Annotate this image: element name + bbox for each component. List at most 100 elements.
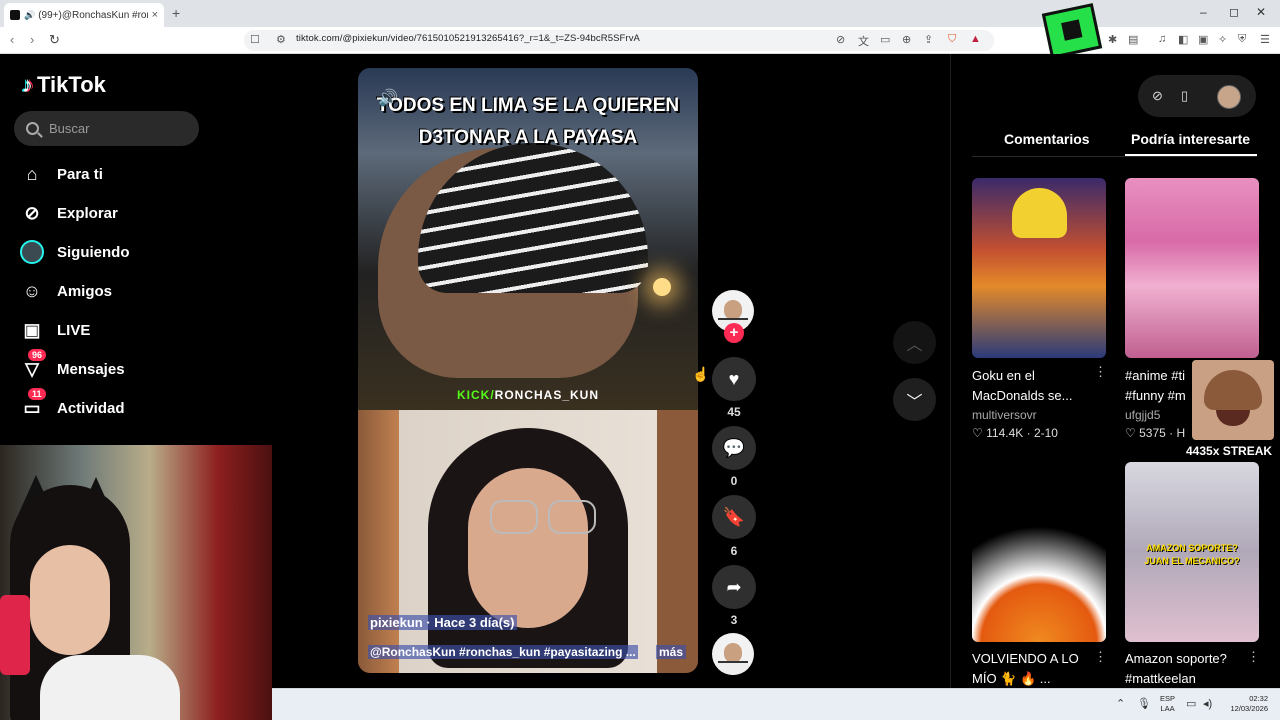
system-clock[interactable]: 02:32 12/03/2026 bbox=[1224, 694, 1268, 714]
card-date: 2-10 bbox=[1033, 426, 1058, 440]
save-button[interactable]: 🔖 bbox=[712, 495, 756, 539]
share-button[interactable]: ➦ bbox=[712, 565, 756, 609]
tab-podria-interesarte[interactable]: Podría interesarte bbox=[1131, 131, 1250, 147]
card-title[interactable]: Amazon soporte? #mattkeelan bbox=[1125, 649, 1250, 689]
glasses-left bbox=[490, 500, 538, 534]
sidebar-item-siguiendo[interactable]: Siguiendo bbox=[20, 239, 130, 265]
logo-text: TikTok bbox=[37, 72, 106, 97]
browser-tab[interactable]: 🔊 (99+)@RonchasKun #roncha × bbox=[4, 3, 164, 27]
back-icon[interactable]: ‹ bbox=[10, 32, 14, 47]
more-options-icon[interactable]: ⋮ bbox=[1094, 364, 1107, 380]
wallet-icon[interactable]: ▣ bbox=[1198, 33, 1208, 46]
sidebar-item-label: Siguiendo bbox=[57, 243, 130, 261]
share-page-icon[interactable]: ⇪ bbox=[924, 33, 933, 46]
card-stats: ♡ 114.4K · 2-10 bbox=[972, 426, 1058, 440]
previous-video-button[interactable]: ︿ bbox=[893, 321, 936, 364]
mouse-cursor-icon: ☝ bbox=[692, 366, 710, 382]
close-window-button[interactable]: ✕ bbox=[1256, 5, 1266, 19]
card-user[interactable]: ufgjjd5 bbox=[1125, 408, 1160, 422]
sidebar-item-para-ti[interactable]: ⌂ Para ti bbox=[20, 161, 103, 187]
profile-avatar[interactable] bbox=[1217, 85, 1241, 109]
reload-icon[interactable]: ↻ bbox=[49, 32, 60, 48]
sidebar-item-explorar[interactable]: ⊘ Explorar bbox=[20, 200, 118, 226]
network-icon[interactable]: ▭ bbox=[1186, 697, 1196, 710]
heart-icon: ♥ bbox=[728, 368, 740, 389]
card-title[interactable]: #anime #ti #funny #m bbox=[1125, 366, 1195, 406]
video-thumbnail[interactable]: AMAZON SOPORTE? JUAN EL MECANICO? bbox=[1125, 462, 1259, 642]
video-thumbnail[interactable] bbox=[972, 178, 1106, 358]
video-author[interactable]: pixiekun · Hace 3 día(s) bbox=[368, 615, 517, 630]
tab-title: (99+)@RonchasKun #roncha bbox=[38, 9, 147, 21]
tiktok-logo[interactable]: ♪ TikTok bbox=[22, 72, 106, 98]
bookmark-icon: 🔖 bbox=[722, 506, 746, 527]
minimize-button[interactable]: – bbox=[1200, 5, 1207, 19]
site-info-icon[interactable]: ⚙ bbox=[276, 33, 286, 46]
speaker-icon[interactable]: 🔊 bbox=[24, 10, 35, 21]
reader-icon[interactable]: ▭ bbox=[880, 33, 890, 46]
more-options-icon[interactable]: ⋮ bbox=[1247, 649, 1260, 665]
sidebar-item-actividad[interactable]: ▭ 11 Actividad bbox=[20, 388, 125, 421]
caption-line-2: D3TONAR A LA PAYASA bbox=[418, 127, 638, 148]
sidebar-item-mensajes[interactable]: ▽ 96 Mensajes bbox=[20, 349, 125, 382]
video-thumbnail[interactable] bbox=[1125, 178, 1259, 358]
maximize-button[interactable]: ◻ bbox=[1229, 5, 1239, 19]
menu-icon[interactable]: ☰ bbox=[1260, 33, 1270, 46]
thumbnail-caption: AMAZON SOPORTE? JUAN EL MECANICO? bbox=[1144, 543, 1240, 566]
sidebar-item-amigos[interactable]: ☺ Amigos bbox=[20, 278, 112, 304]
tray-chevron-icon[interactable]: ⌃ bbox=[1116, 697, 1125, 710]
new-tab-button[interactable]: + bbox=[172, 5, 180, 21]
vpn-icon[interactable]: ⛨ bbox=[1238, 33, 1246, 46]
video-thumbnail[interactable] bbox=[972, 462, 1106, 642]
volume-icon[interactable]: 🔊 bbox=[378, 88, 398, 108]
volume-tray-icon[interactable]: ◂) bbox=[1203, 697, 1212, 710]
next-video-button[interactable]: ﹀ bbox=[893, 378, 936, 421]
translate-icon[interactable]: 文 bbox=[858, 33, 869, 49]
forward-icon[interactable]: › bbox=[30, 32, 34, 47]
microphone bbox=[0, 595, 30, 675]
url-text[interactable]: tiktok.com/@pixiekun/video/7615010521913… bbox=[296, 33, 640, 44]
sidebar-item-label: Explorar bbox=[57, 204, 118, 222]
brave-shield-icon[interactable]: ⛉ bbox=[948, 33, 956, 46]
media-icon[interactable]: ♫ bbox=[1158, 33, 1166, 45]
sidebar-item-label: Mensajes bbox=[57, 360, 125, 378]
more-options-icon[interactable]: ⋮ bbox=[1094, 649, 1107, 665]
tab-comentarios[interactable]: Comentarios bbox=[1004, 131, 1090, 147]
leo-ai-icon[interactable]: ✧ bbox=[1218, 33, 1227, 46]
no-tracking-icon[interactable]: ⊘ bbox=[836, 33, 845, 46]
card-likes: 5375 bbox=[1139, 426, 1166, 440]
comment-icon: 💬 bbox=[722, 437, 746, 458]
card-title[interactable]: Goku en el MacDonalds se... bbox=[972, 366, 1097, 406]
more-link[interactable]: más bbox=[656, 645, 687, 659]
close-tab-icon[interactable]: × bbox=[152, 9, 158, 21]
card-user[interactable]: multiversovr bbox=[972, 408, 1037, 422]
device-icon[interactable]: ▯ bbox=[1181, 88, 1188, 104]
active-tab-indicator bbox=[1125, 154, 1257, 156]
comment-button[interactable]: 💬 bbox=[712, 426, 756, 470]
sound-avatar[interactable] bbox=[712, 633, 754, 675]
sidebar-toggle-icon[interactable]: ▤ bbox=[1128, 33, 1138, 46]
language-indicator[interactable]: ESP LAA bbox=[1160, 694, 1175, 714]
tiktok-favicon-icon bbox=[10, 10, 20, 20]
sidebar-item-live[interactable]: ▣ LIVE bbox=[20, 317, 90, 343]
zoom-icon[interactable]: ⊕ bbox=[902, 33, 911, 46]
like-button[interactable]: ♥ bbox=[712, 357, 756, 401]
search-input[interactable]: Buscar bbox=[14, 111, 199, 146]
extensions-icon[interactable]: ✱ bbox=[1108, 33, 1117, 46]
share-icon: ➦ bbox=[726, 576, 742, 597]
video-description[interactable]: @RonchasKun #ronchas_kun #payasitazing .… bbox=[368, 645, 638, 659]
inbox-icon: ▭ 11 bbox=[20, 388, 46, 420]
microphone-tray-icon[interactable]: 🎙 bbox=[1137, 697, 1151, 710]
clock-date: 12/03/2026 bbox=[1230, 704, 1268, 713]
tiktok-note-icon: ♪ bbox=[22, 72, 33, 97]
bookmark-icon[interactable]: ☐ bbox=[250, 33, 260, 46]
split-view-icon[interactable]: ◧ bbox=[1178, 33, 1188, 46]
search-icon bbox=[26, 122, 39, 135]
compass-icon: ⊘ bbox=[24, 202, 40, 223]
card-title[interactable]: VOLVIENDO A LO MÍO 🐈 🔥 ... bbox=[972, 649, 1097, 689]
kick-watermark: KICK/RONCHAS_KUN bbox=[358, 388, 698, 402]
explore-icon[interactable]: ⊘ bbox=[1152, 88, 1163, 104]
rewards-icon[interactable]: ▲ bbox=[970, 33, 981, 45]
sidebar-item-label: Amigos bbox=[57, 282, 113, 300]
follow-button[interactable]: + bbox=[724, 323, 744, 343]
live-tv-icon: ▣ bbox=[23, 319, 41, 340]
